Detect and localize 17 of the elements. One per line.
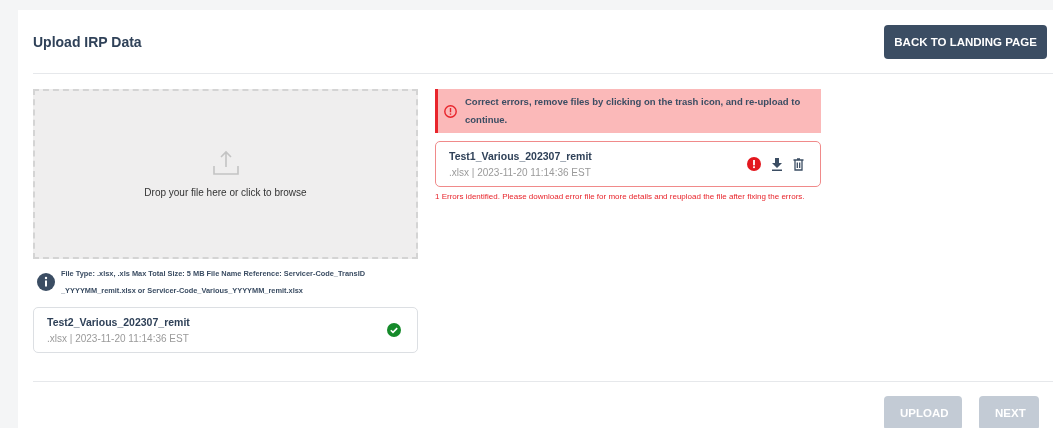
file-meta: .xlsx | 2023-11-20 11:14:36 EST <box>47 333 190 344</box>
error-icon <box>747 157 761 171</box>
download-icon[interactable] <box>771 157 783 171</box>
file-name: Test1_Various_202307_remit <box>449 150 592 162</box>
file-meta: .xlsx | 2023-11-20 11:14:36 EST <box>449 167 592 178</box>
page-title: Upload IRP Data <box>33 33 142 50</box>
file-dropzone[interactable]: Drop your file here or click to browse <box>33 89 418 259</box>
check-icon <box>387 323 401 337</box>
trash-icon[interactable] <box>793 157 804 171</box>
error-message: 1 Errors identified. Please download error file for more details and reupload the file after fixing the errors. <box>435 191 806 203</box>
info-icon <box>37 273 55 291</box>
alert-icon <box>444 104 457 118</box>
back-button[interactable]: BACK TO LANDING PAGE <box>884 24 1047 59</box>
alert-text: Correct errors, remove files by clicking on the trash icon, and re-upload to continue. <box>465 95 802 127</box>
upload-icon <box>212 150 239 175</box>
file-name: Test2_Various_202307_remit <box>47 316 190 328</box>
dropzone-text: Drop your file here or click to browse <box>144 187 307 198</box>
